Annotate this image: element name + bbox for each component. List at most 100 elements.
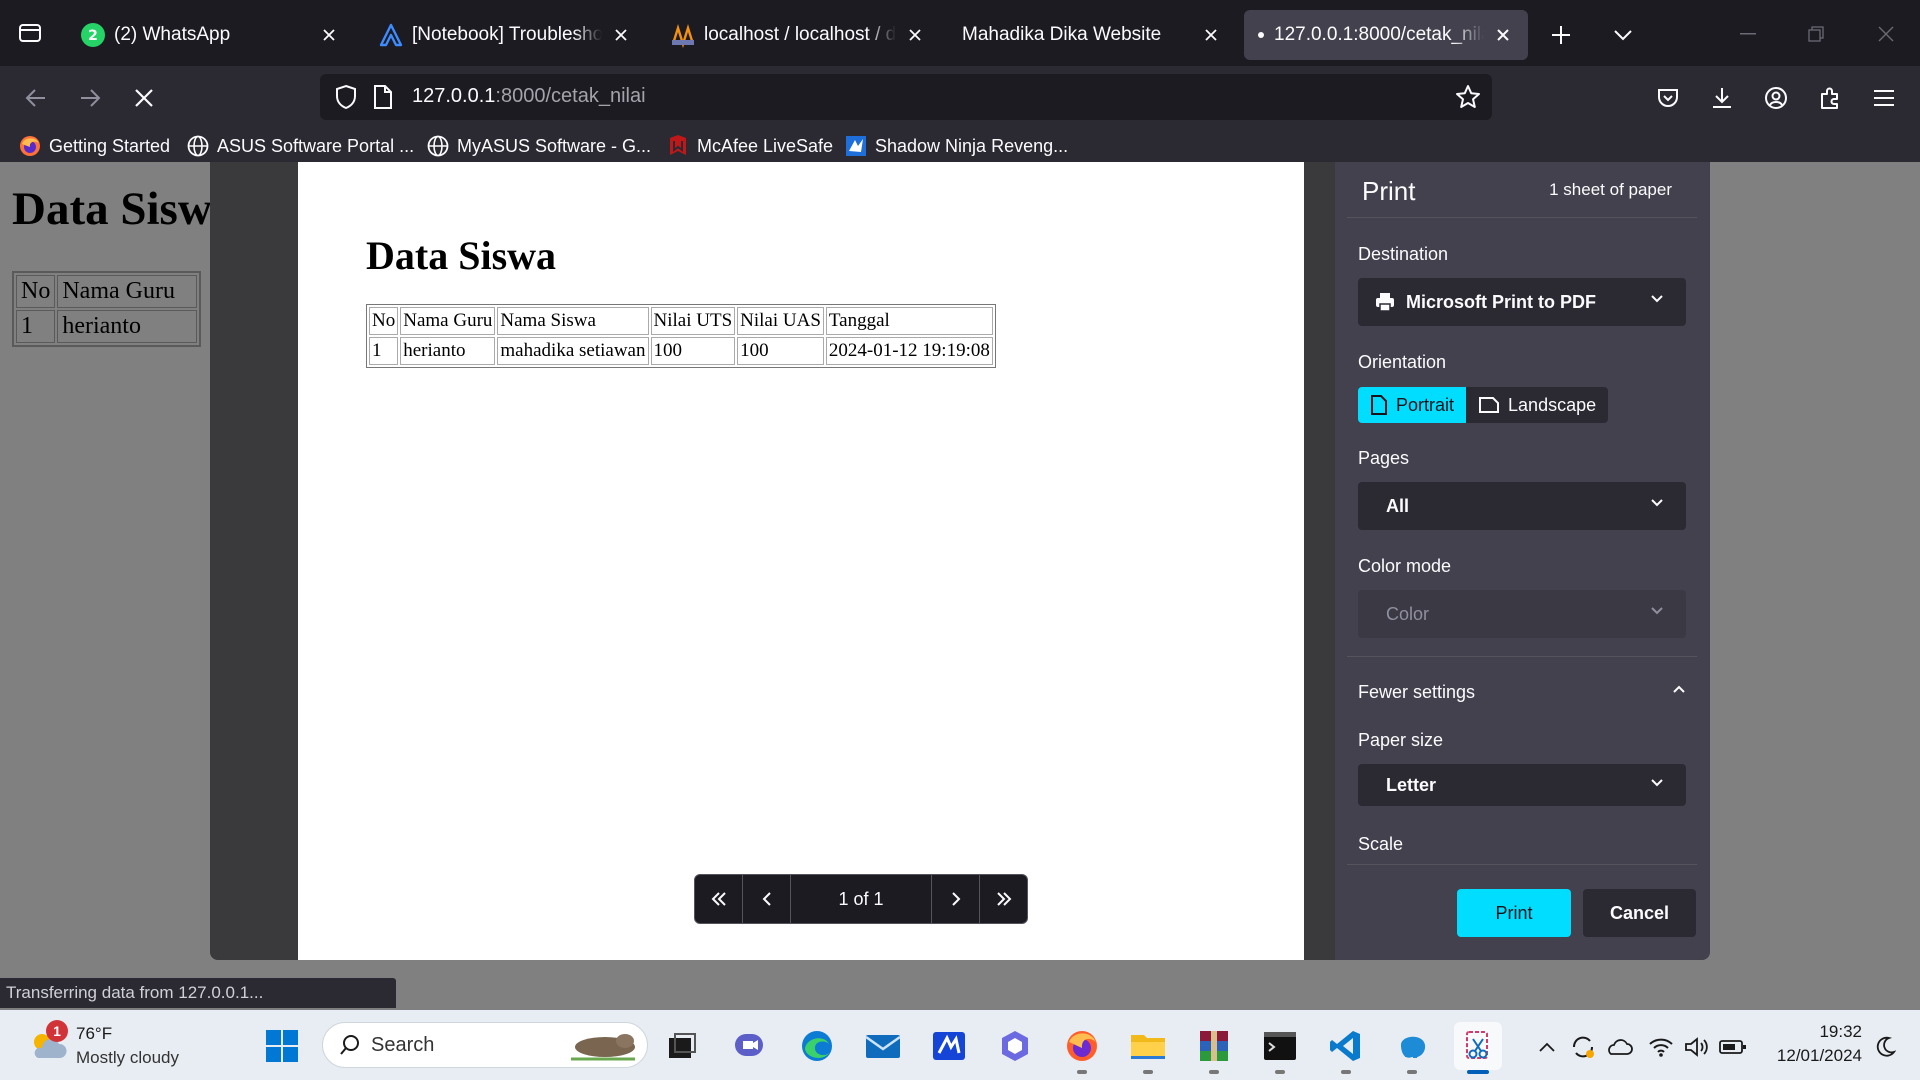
previous-page-icon[interactable] (743, 874, 791, 924)
landscape-option[interactable]: Landscape (1466, 387, 1609, 423)
table-header-cell: Tanggal (825, 307, 993, 335)
clock-date: 12/01/2024 (1776, 1046, 1862, 1065)
globe-icon (186, 134, 210, 158)
weather-temperature: 76°F (76, 1024, 113, 1043)
color-mode-select[interactable]: Color (1358, 590, 1686, 638)
bookmark-myasus[interactable]: MyASUS Software - G... (426, 132, 651, 160)
print-button[interactable]: Print (1457, 889, 1571, 937)
print-header: Print 1 sheet of paper (1335, 162, 1710, 218)
table-header-cell: Nilai UTS (650, 307, 736, 335)
url-text: 127.0.0.1:8000/cetak_nilai (412, 85, 646, 107)
vscode-icon[interactable] (1322, 1022, 1370, 1074)
portrait-option[interactable]: Portrait (1358, 387, 1467, 423)
bookmark-mcafee[interactable]: McAfee LiveSafe (666, 132, 833, 160)
back-arrow-icon[interactable] (16, 78, 56, 118)
divider (1347, 217, 1697, 218)
tab-title: 127.0.0.1:8000/cetak_nilai (1274, 24, 1484, 45)
address-bar[interactable]: 127.0.0.1:8000/cetak_nilai (320, 74, 1492, 120)
page-info-icon[interactable] (372, 84, 394, 110)
onedrive-cloud-icon[interactable] (1604, 1032, 1634, 1062)
wifi-icon[interactable] (1646, 1032, 1676, 1062)
table-header-cell: Nama Guru (400, 307, 496, 335)
close-window-icon[interactable] (1866, 14, 1906, 54)
paper-size-select[interactable]: Letter (1358, 764, 1686, 806)
bookmark-shadow-ninja[interactable]: Shadow Ninja Reveng... (844, 132, 1068, 160)
close-tab-icon[interactable] (318, 24, 340, 46)
volume-icon[interactable] (1682, 1032, 1712, 1062)
pages-select[interactable]: All (1358, 482, 1686, 530)
restore-icon[interactable] (1796, 14, 1836, 54)
first-page-icon[interactable] (695, 874, 743, 924)
close-tab-icon[interactable] (904, 24, 926, 46)
start-button-windows-icon[interactable] (258, 1022, 306, 1070)
tab-title: Mahadika Dika Website (962, 24, 1162, 45)
minimize-icon[interactable] (1728, 14, 1768, 54)
game-icon (844, 134, 868, 158)
firefox-taskbar-icon[interactable] (1058, 1022, 1106, 1074)
firefox-icon (18, 134, 42, 158)
tab-cetak-nilai[interactable]: 127.0.0.1:8000/cetak_nilai (1244, 10, 1528, 60)
system-clock[interactable]: 19:32 12/01/2024 (1752, 1020, 1862, 1068)
pocket-icon[interactable] (1648, 78, 1688, 118)
do-not-disturb-moon-icon[interactable] (1870, 1032, 1900, 1062)
tab-mahadika-website[interactable]: Mahadika Dika Website (948, 10, 1236, 60)
new-tab-icon[interactable] (1544, 18, 1578, 52)
divider (1347, 656, 1697, 657)
chevron-down-icon[interactable] (1606, 18, 1640, 52)
clock-time: 19:32 (1819, 1022, 1862, 1041)
table-header-cell: No (369, 307, 399, 335)
chevron-down-icon (1650, 294, 1664, 304)
battery-icon[interactable] (1718, 1032, 1748, 1062)
weather-condition: Mostly cloudy (76, 1048, 179, 1067)
next-page-icon[interactable] (931, 874, 979, 924)
cancel-button[interactable]: Cancel (1583, 889, 1696, 937)
show-hidden-icons-chevron-icon[interactable] (1532, 1032, 1562, 1062)
weather-widget[interactable]: 1 76°F Mostly cloudy (26, 1020, 206, 1072)
orientation-label: Orientation (1358, 352, 1447, 372)
bookmark-asus-portal[interactable]: ASUS Software Portal ... (186, 132, 414, 160)
snipping-tool-icon[interactable] (1454, 1022, 1502, 1074)
downloads-icon[interactable] (1702, 78, 1742, 118)
data-table: No Nama Guru 1 herianto (12, 271, 202, 347)
copilot-icon[interactable] (991, 1022, 1039, 1070)
forward-arrow-icon[interactable] (70, 78, 110, 118)
phpmyadmin-icon (670, 22, 696, 48)
terminal-icon[interactable] (1256, 1022, 1304, 1074)
fewer-settings-toggle[interactable]: Fewer settings (1358, 682, 1698, 703)
bookmark-star-icon[interactable] (1454, 83, 1482, 111)
tracking-protection-shield-icon[interactable] (334, 84, 358, 110)
teams-chat-icon[interactable] (726, 1022, 774, 1070)
table-cell: 1 (369, 337, 399, 365)
mail-icon[interactable] (859, 1022, 907, 1070)
account-icon[interactable] (1756, 78, 1796, 118)
table-header-cell: Nilai UAS (737, 307, 824, 335)
sync-update-icon[interactable] (1568, 1032, 1598, 1062)
table-row: 1 herianto mahadika setiawan 100 100 202… (369, 337, 993, 365)
close-tab-icon[interactable] (610, 24, 632, 46)
task-view-icon[interactable] (658, 1022, 706, 1070)
close-tab-icon[interactable] (1200, 24, 1222, 46)
destination-select[interactable]: Microsoft Print to PDF (1358, 278, 1686, 326)
tab-notebook[interactable]: [Notebook] Troubleshooting (364, 10, 646, 60)
last-page-icon[interactable] (979, 874, 1027, 924)
mysql-workbench-icon[interactable] (1388, 1022, 1436, 1074)
close-tab-icon[interactable] (1492, 24, 1514, 46)
stop-loading-icon[interactable] (124, 78, 164, 118)
winrar-icon[interactable] (1190, 1022, 1238, 1074)
tab-phpmyadmin[interactable]: localhost / localhost / dika (656, 10, 940, 60)
file-explorer-icon[interactable] (1124, 1022, 1172, 1074)
edge-browser-icon[interactable] (793, 1022, 841, 1070)
chevron-down-icon (1650, 778, 1664, 788)
taskbar-search[interactable]: Search (322, 1022, 648, 1068)
myasus-icon[interactable] (925, 1022, 973, 1070)
taskbar: 1 76°F Mostly cloudy Search 19:32 12/01/… (0, 1010, 1920, 1080)
extensions-icon[interactable] (1810, 78, 1850, 118)
list-all-tabs-icon[interactable] (12, 16, 48, 50)
bookmark-getting-started[interactable]: Getting Started (18, 132, 170, 160)
tab-title: localhost / localhost / dika (704, 24, 896, 45)
table-cell: mahadika setiawan (497, 337, 649, 365)
hamburger-menu-icon[interactable] (1864, 78, 1904, 118)
pages-value: All (1386, 495, 1410, 516)
tab-whatsapp[interactable]: 2 (2) WhatsApp (66, 10, 354, 60)
page-title: Data Siswa (12, 183, 236, 235)
